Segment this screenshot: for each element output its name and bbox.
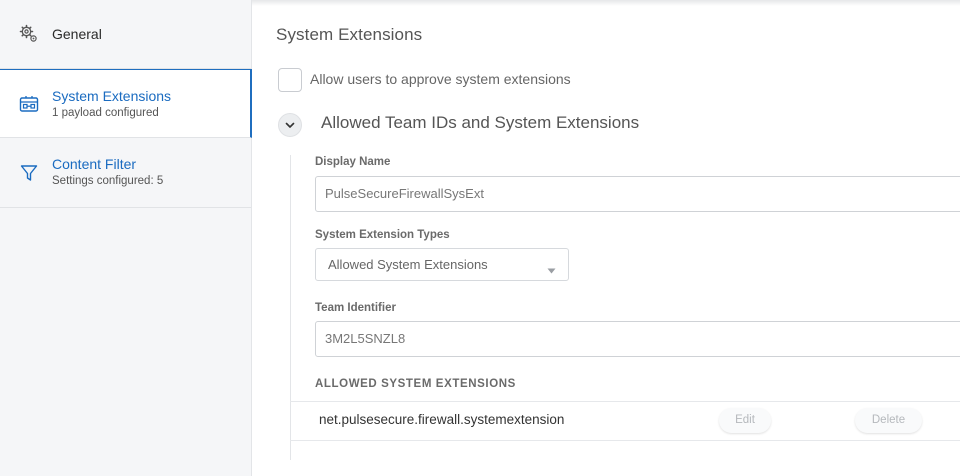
chevron-down-icon xyxy=(285,116,295,134)
gear-icon xyxy=(19,24,39,44)
sidebar-item-label: General xyxy=(52,26,102,42)
system-extension-icon xyxy=(19,94,39,114)
section-title: Allowed Team IDs and System Extensions xyxy=(321,113,640,132)
allow-users-approve-checkbox[interactable] xyxy=(278,68,302,92)
extension-types-label: System Extension Types xyxy=(315,229,450,241)
extension-name: net.pulsesecure.firewall.systemextension xyxy=(319,412,565,427)
sidebar-item-label: System Extensions xyxy=(52,88,172,104)
page-title: System Extensions xyxy=(276,25,423,44)
row-divider xyxy=(290,401,960,402)
section-divider xyxy=(290,155,291,460)
sidebar-item-general[interactable]: General xyxy=(0,0,251,69)
filter-icon xyxy=(19,163,39,183)
sidebar-item-status: 1 payload configured xyxy=(52,107,159,119)
extension-types-value: Allowed System Extensions xyxy=(328,257,488,272)
sidebar: General System Extensions 1 payload conf… xyxy=(0,0,252,476)
allowed-extensions-header: ALLOWED SYSTEM EXTENSIONS xyxy=(315,378,516,390)
delete-button[interactable]: Delete xyxy=(855,408,922,433)
sidebar-item-content-filter[interactable]: Content Filter Settings configured: 5 xyxy=(0,138,251,208)
sidebar-item-status: Settings configured: 5 xyxy=(52,175,164,187)
row-divider xyxy=(290,440,960,441)
sidebar-item-system-extensions[interactable]: System Extensions 1 payload configured xyxy=(0,69,252,138)
extension-types-select[interactable]: Allowed System Extensions xyxy=(315,248,569,281)
team-identifier-label: Team Identifier xyxy=(315,302,396,314)
collapse-section-button[interactable] xyxy=(278,113,302,137)
caret-down-icon xyxy=(547,261,556,279)
header-shadow xyxy=(252,0,960,6)
display-name-field[interactable]: PulseSecureFirewallSysExt xyxy=(315,176,960,212)
team-identifier-field[interactable]: 3M2L5SNZL8 xyxy=(315,321,960,357)
allow-users-approve-label: Allow users to approve system extensions xyxy=(310,71,571,87)
edit-button[interactable]: Edit xyxy=(719,408,771,433)
display-name-label: Display Name xyxy=(315,156,391,168)
sidebar-item-label: Content Filter xyxy=(52,156,137,172)
